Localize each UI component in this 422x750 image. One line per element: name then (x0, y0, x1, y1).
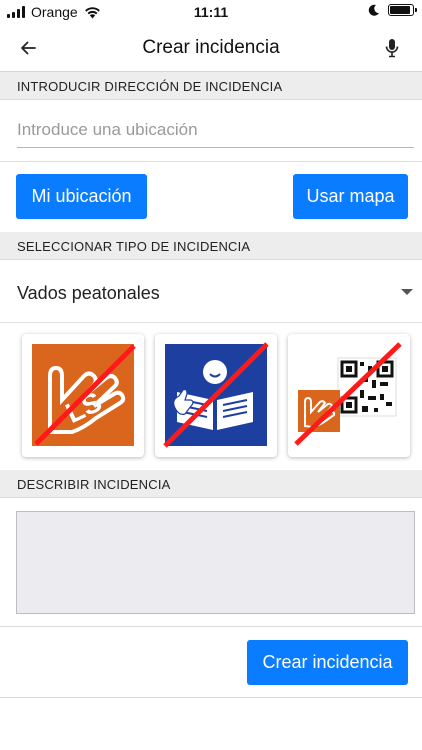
moon-icon (368, 4, 379, 16)
microphone-button[interactable] (380, 34, 404, 62)
divider (0, 697, 422, 698)
section-header-type: SELECCIONAR TIPO DE INCIDENCIA (0, 232, 422, 260)
description-textarea[interactable] (16, 511, 415, 614)
status-time: 11:11 (193, 4, 229, 20)
divider (0, 626, 422, 627)
create-incident-button[interactable]: Crear incidencia (247, 640, 408, 685)
arrow-left-icon (21, 41, 36, 55)
incident-card-sign-language[interactable]: LS (22, 334, 144, 457)
page-title: Crear incidencia (142, 37, 280, 58)
status-bar: Orange 11:11 (0, 0, 422, 24)
microphone-icon (385, 39, 399, 58)
incident-type-select[interactable]: Vados peatonales (17, 273, 422, 311)
incident-type-value: Vados peatonales (17, 283, 160, 303)
status-right (368, 4, 417, 16)
location-input[interactable] (17, 112, 414, 148)
section-header-address: INTRODUCIR DIRECCIÓN DE INCIDENCIA (0, 72, 422, 100)
no-sign-language-icon: LS (32, 344, 136, 446)
my-location-button[interactable]: Mi ubicación (16, 174, 147, 219)
back-button[interactable] (14, 34, 42, 62)
incident-card-qr-sign-language[interactable] (288, 334, 410, 457)
no-easy-reading-icon (163, 342, 269, 448)
incident-card-easy-reading[interactable] (155, 334, 277, 457)
divider (0, 322, 422, 323)
section-header-describe: DESCRIBIR INCIDENCIA (0, 470, 422, 498)
divider (0, 161, 422, 162)
use-map-button[interactable]: Usar mapa (293, 174, 408, 219)
no-qr-signlanguage-icon (294, 342, 402, 446)
caret-down-icon (401, 289, 413, 295)
app-header: Crear incidencia (0, 24, 422, 72)
battery-icon (388, 4, 417, 16)
